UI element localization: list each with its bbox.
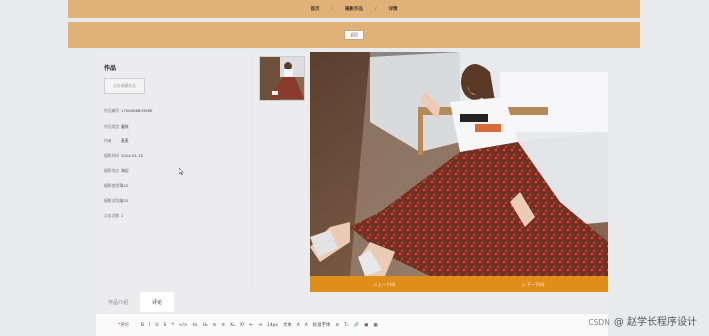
info-row: 作品类型 童装 — [104, 124, 129, 130]
main-photo — [310, 52, 608, 276]
editor-tool-button[interactable]: H₂ — [203, 323, 208, 328]
editor-tool-button[interactable]: 文本 — [283, 323, 292, 328]
nav-home-link[interactable]: 首页 — [310, 6, 319, 12]
editor-tool-button[interactable]: I — [149, 323, 150, 328]
breadcrumb-separator: / — [375, 6, 377, 12]
back-button[interactable]: 返回 — [344, 30, 364, 40]
info-row: 摄影地点 海边 — [104, 168, 129, 174]
info-row-label: 作者 — [104, 138, 112, 143]
info-row-label: 摄影地点 — [104, 168, 120, 173]
editor-tool-button[interactable]: ▦ — [373, 323, 377, 328]
editor-tool-button[interactable]: ▣ — [364, 323, 368, 328]
info-row: 作者 麦麦 — [104, 138, 129, 144]
info-row: 点击次数 1 — [104, 213, 123, 219]
editor-tool-button[interactable]: ≡ — [221, 323, 225, 328]
editor-tool-button[interactable]: X₂ — [230, 323, 235, 328]
editor-tool-button[interactable]: A — [305, 323, 308, 328]
tab-intro[interactable]: 作品介绍 — [96, 292, 140, 312]
editor-tool-button[interactable]: U — [155, 323, 158, 328]
editor-tool-button[interactable]: </> — [179, 323, 188, 328]
info-row-label: 摄影时间 — [104, 153, 120, 158]
editor-tool-button[interactable]: A — [297, 323, 300, 328]
watermark-author: @ 赵学长程序设计 — [613, 317, 697, 328]
nav-detail-link[interactable]: 详情 — [389, 6, 398, 12]
editor-tool-button[interactable]: ⇥ — [258, 323, 262, 328]
editor-tool-button[interactable]: S — [164, 323, 167, 328]
info-row-value: 2024-01-15 — [121, 153, 144, 158]
photo-thumbnail[interactable] — [259, 56, 305, 101]
editor-tool-button[interactable]: 14px — [267, 323, 278, 328]
tab-comments[interactable]: 评论 — [140, 292, 175, 312]
watermark-platform: CSDN — [588, 318, 610, 327]
editor-tool-button[interactable]: 标准字体 — [313, 323, 331, 328]
info-row-value: 232 — [121, 198, 129, 203]
nav-works-link[interactable]: 摄影作品 — [345, 6, 363, 12]
info-row-value: 海边 — [121, 168, 129, 173]
watermark: CSDN @ 赵学长程序设计 — [588, 313, 697, 328]
breadcrumb-separator: / — [331, 6, 333, 12]
editor-tool-button[interactable]: 🔗 — [354, 323, 359, 328]
editor-tool-button[interactable]: Tₓ — [344, 323, 349, 328]
info-row-label: 摄影使用率 — [104, 183, 123, 188]
info-row: 摄影时间 2024-01-15 — [104, 153, 143, 159]
info-row-label: 作品编号 — [104, 108, 120, 113]
info-row: 作品编号 1706406633989 — [104, 108, 152, 114]
next-photo-button[interactable]: ▷ 下一下(0) — [522, 282, 544, 288]
info-row: 摄影浏览量232 — [104, 198, 128, 204]
editor-tool-button[interactable]: ≡ — [335, 323, 339, 328]
info-row-label: 点击次数 — [104, 213, 120, 218]
editor-tool-button[interactable]: X² — [240, 323, 245, 328]
thumbnail-column — [252, 52, 308, 292]
editor-label: 评论 — [120, 323, 129, 328]
detail-tabs: 作品介绍 评论 — [96, 292, 608, 312]
sub-bar: 返回 — [68, 22, 640, 48]
info-row-value: 1 — [121, 213, 124, 218]
favorite-button[interactable]: 点击收藏作品 — [104, 78, 145, 94]
comment-editor-toolbar: * 评论 B I U S ❝ </> H₁ H₂ ≡ ≡ X₂ X² ⇤ ⇥ 14px 文本 A A 标准字体 ≡ Tₓ… — [96, 314, 608, 336]
info-row: 摄影使用率222 — [104, 183, 128, 189]
top-nav-bar: 首页 / 摄影作品 / 详情 — [68, 0, 640, 18]
info-row-value: 童装 — [121, 124, 129, 129]
editor-tool-button[interactable]: B — [141, 323, 144, 328]
info-row-value: 麦麦 — [121, 138, 129, 143]
info-row-label: 作品类型 — [104, 124, 120, 129]
editor-tool-button[interactable]: ⇤ — [250, 323, 254, 328]
info-row-label: 摄影浏览量 — [104, 198, 123, 203]
info-title: 作品 — [104, 65, 117, 72]
info-row-value: 222 — [121, 183, 129, 188]
editor-tool-button[interactable]: H₁ — [193, 323, 198, 328]
prev-photo-button[interactable]: ◁ 上一下(0) — [373, 282, 395, 288]
info-row-value: 1706406633989 — [121, 108, 153, 113]
info-panel: 作品 点击收藏作品 作品编号 1706406633989 作品类型 童装 作者 麦麦 摄影时… — [96, 52, 249, 292]
editor-tool-button[interactable]: ≡ — [213, 323, 217, 328]
photo-control-bar: ◁ 上一下(0) ▷ 下一下(0) — [310, 276, 608, 293]
mouse-cursor-icon — [179, 168, 184, 175]
editor-tool-button[interactable]: ❝ — [171, 323, 173, 328]
